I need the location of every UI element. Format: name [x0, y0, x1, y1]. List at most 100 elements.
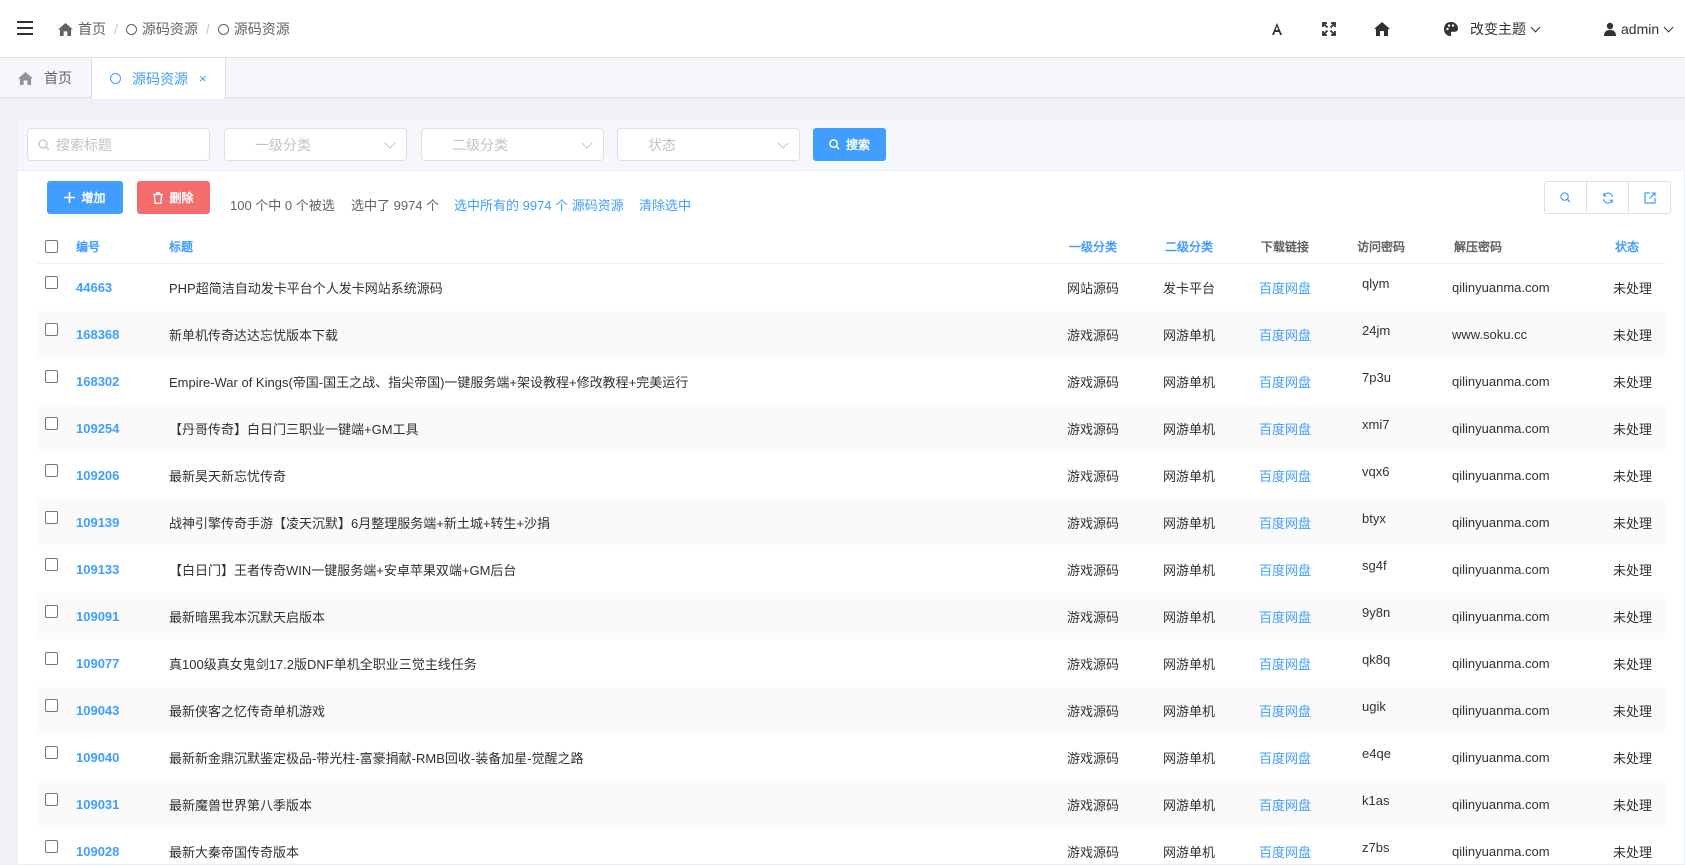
row-download-link[interactable]: 百度网盘 — [1259, 701, 1311, 720]
breadcrumb-home[interactable]: 首页 — [58, 19, 106, 39]
column-download-link: 下载链接 — [1261, 239, 1310, 254]
row-checkbox[interactable] — [45, 839, 58, 853]
row-checkbox[interactable] — [45, 510, 58, 524]
row-title: 【丹哥传奇】白日门三职业一键端+GM工具 — [169, 421, 419, 437]
row-id-link[interactable]: 109254 — [76, 421, 119, 436]
row-unzip-password: qilinyuanma.com — [1452, 608, 1550, 624]
table-row: 109040 最新新金鼎沉默鉴定极品-带光柱-富豪捐献-RMB回收-装备加星-觉醒… — [37, 734, 1665, 781]
filter-bar: 搜索标题 一级分类 二级分类 状态 搜索 — [18, 119, 1685, 171]
row-title: 真100级真女鬼剑17.2版DNF单机全职业三觉主线任务 — [169, 656, 477, 672]
row-unzip-password: qilinyuanma.com — [1452, 279, 1550, 295]
row-checkbox[interactable] — [45, 792, 58, 806]
delete-button[interactable]: 删除 — [137, 181, 210, 214]
row-id-link[interactable]: 44663 — [76, 280, 112, 295]
close-icon[interactable]: × — [199, 71, 207, 86]
row-download-link[interactable]: 百度网盘 — [1259, 372, 1311, 391]
row-checkbox[interactable] — [45, 369, 58, 383]
row-access-password: 7p3u — [1362, 369, 1391, 385]
clear-selection-link[interactable]: 清除选中 — [639, 195, 691, 214]
row-checkbox[interactable] — [45, 322, 58, 336]
select-all-link[interactable]: 选中所有的 9974 个 源码资源 — [454, 195, 624, 214]
row-id-link[interactable]: 109091 — [76, 609, 119, 624]
status-select[interactable]: 状态 — [617, 128, 800, 161]
row-status: 未处理 — [1613, 421, 1653, 437]
row-id-link[interactable]: 109133 — [76, 562, 119, 577]
row-checkbox[interactable] — [45, 604, 58, 618]
category2-select[interactable]: 二级分类 — [421, 128, 604, 161]
font-size-icon[interactable] — [1266, 18, 1288, 40]
select-all-checkbox[interactable] — [45, 239, 58, 253]
row-category2: 网游单机 — [1163, 703, 1216, 719]
row-id-link[interactable]: 109077 — [76, 656, 119, 671]
row-access-password: qlym — [1362, 275, 1390, 291]
user-icon — [1604, 22, 1616, 36]
search-toggle-button[interactable] — [1544, 181, 1587, 214]
breadcrumb-item[interactable]: 源码资源 — [125, 19, 198, 39]
row-category1: 游戏源码 — [1067, 844, 1120, 860]
row-download-link[interactable]: 百度网盘 — [1259, 419, 1311, 438]
row-id-link[interactable]: 109206 — [76, 468, 119, 483]
row-title: 最新暗黑我本沉默天启版本 — [169, 609, 326, 625]
row-download-link[interactable]: 百度网盘 — [1259, 278, 1311, 297]
column-id[interactable]: 编号 — [76, 229, 100, 263]
export-button[interactable] — [1628, 181, 1671, 214]
row-checkbox[interactable] — [45, 463, 58, 477]
fullscreen-icon[interactable] — [1318, 18, 1340, 40]
category1-select[interactable]: 一级分类 — [224, 128, 407, 161]
row-checkbox[interactable] — [45, 651, 58, 665]
chevron-down-icon — [777, 137, 789, 149]
search-input[interactable]: 搜索标题 — [27, 128, 210, 161]
row-access-password: vqx6 — [1362, 463, 1390, 479]
row-id-link[interactable]: 109139 — [76, 515, 119, 530]
row-category2: 网游单机 — [1163, 750, 1216, 766]
row-download-link[interactable]: 百度网盘 — [1259, 325, 1311, 344]
row-id-link[interactable]: 109040 — [76, 750, 119, 765]
row-download-link[interactable]: 百度网盘 — [1259, 607, 1311, 626]
row-download-link[interactable]: 百度网盘 — [1259, 513, 1311, 532]
column-status[interactable]: 状态 — [1615, 229, 1639, 263]
row-access-password: ugik — [1362, 698, 1386, 714]
row-unzip-password: qilinyuanma.com — [1452, 467, 1550, 483]
row-download-link[interactable]: 百度网盘 — [1259, 466, 1311, 485]
refresh-button[interactable] — [1586, 181, 1629, 214]
row-id-link[interactable]: 109031 — [76, 797, 119, 812]
user-menu[interactable]: admin — [1604, 0, 1674, 58]
row-title: 最新大秦帝国传奇版本 — [169, 844, 300, 860]
row-id-link[interactable]: 109043 — [76, 703, 119, 718]
row-download-link[interactable]: 百度网盘 — [1259, 560, 1311, 579]
row-id-link[interactable]: 168302 — [76, 374, 119, 389]
tab-home[interactable]: 首页 — [0, 58, 90, 98]
row-category1: 游戏源码 — [1067, 656, 1120, 672]
chevron-down-icon — [1530, 22, 1541, 32]
table-tools — [1544, 181, 1671, 214]
row-title: 【白日门】王者传奇WIN一键服务端+安卓苹果双端+GM后台 — [169, 562, 517, 578]
row-download-link[interactable]: 百度网盘 — [1259, 795, 1311, 814]
row-category1: 游戏源码 — [1067, 703, 1120, 719]
home-icon[interactable] — [1371, 18, 1393, 40]
row-download-link[interactable]: 百度网盘 — [1259, 842, 1311, 861]
row-download-link[interactable]: 百度网盘 — [1259, 654, 1311, 673]
column-category2[interactable]: 二级分类 — [1165, 229, 1213, 263]
column-title[interactable]: 标题 — [169, 229, 193, 263]
column-category1[interactable]: 一级分类 — [1069, 229, 1117, 263]
row-checkbox[interactable] — [45, 557, 58, 571]
row-checkbox[interactable] — [45, 416, 58, 430]
search-button[interactable]: 搜索 — [813, 128, 886, 161]
row-category2: 发卡平台 — [1163, 280, 1216, 296]
row-checkbox[interactable] — [45, 275, 58, 289]
palette-icon — [1444, 22, 1458, 36]
hamburger-menu-icon[interactable] — [17, 21, 33, 35]
theme-switcher[interactable]: 改变主题 — [1443, 0, 1541, 58]
row-id-link[interactable]: 168368 — [76, 327, 119, 342]
row-id-link[interactable]: 109028 — [76, 844, 119, 859]
row-unzip-password: qilinyuanma.com — [1452, 373, 1550, 389]
row-title: 最新新金鼎沉默鉴定极品-带光柱-富豪捐献-RMB回收-装备加星-觉醒之路 — [169, 750, 584, 766]
add-button[interactable]: 增加 — [47, 181, 123, 214]
row-checkbox[interactable] — [45, 745, 58, 759]
row-category2: 网游单机 — [1163, 609, 1216, 625]
tab-source-resources[interactable]: 源码资源 × — [91, 58, 226, 99]
row-download-link[interactable]: 百度网盘 — [1259, 748, 1311, 767]
row-checkbox[interactable] — [45, 698, 58, 712]
row-access-password: 24jm — [1362, 322, 1391, 338]
row-category2: 网游单机 — [1163, 656, 1216, 672]
